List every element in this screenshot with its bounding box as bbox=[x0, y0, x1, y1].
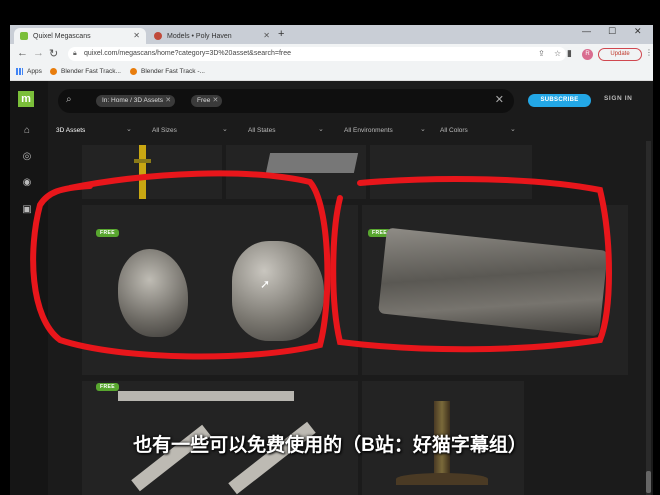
annotation-circle-rock-wall bbox=[330, 175, 612, 353]
video-subtitle: 也有一些可以免费使用的（B站：好猫字幕组） bbox=[133, 435, 527, 456]
annotation-circle-rocks bbox=[30, 170, 331, 360]
annotation-overlay bbox=[30, 170, 612, 360]
